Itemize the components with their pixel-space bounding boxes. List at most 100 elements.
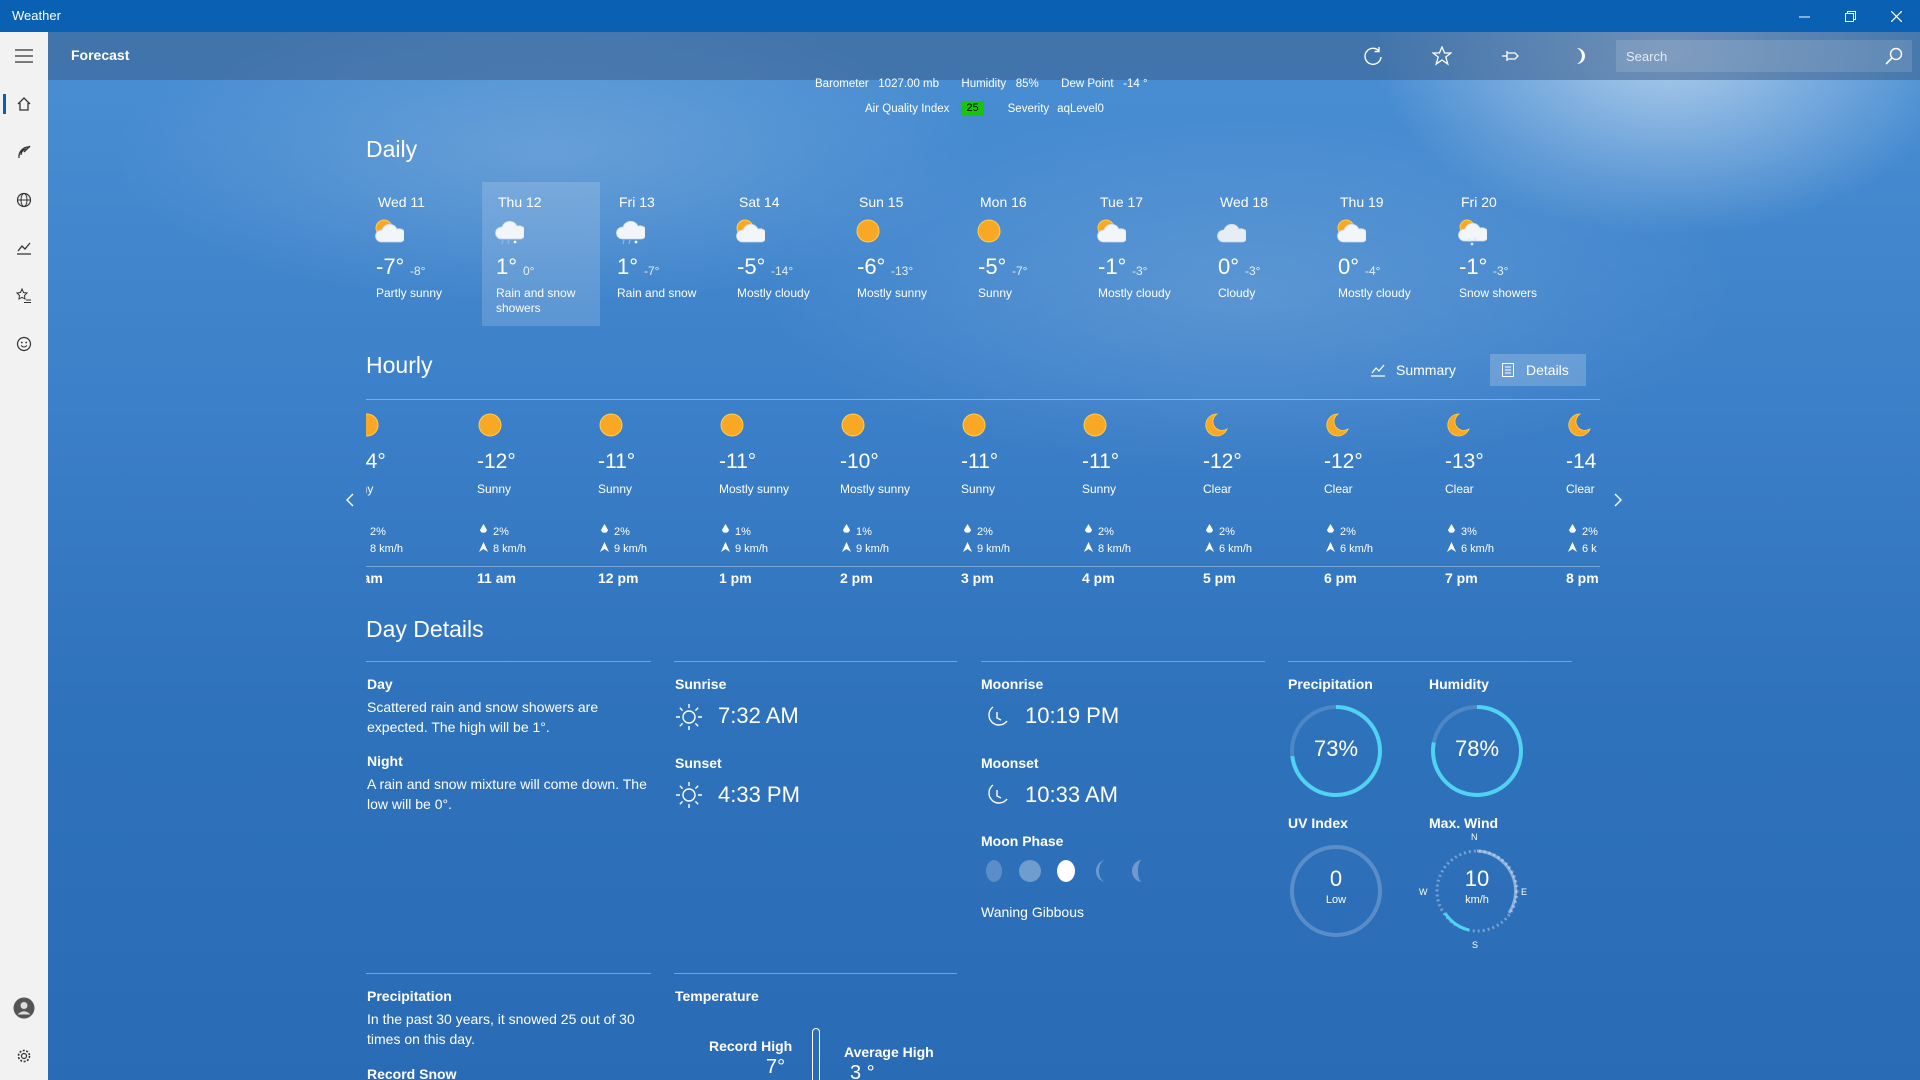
raindrop-icon: [1206, 524, 1213, 533]
hour-wind-value: 6 km/h: [1340, 543, 1374, 555]
close-button[interactable]: [1873, 0, 1919, 32]
sidebar-item-forecast[interactable]: [0, 84, 48, 124]
current-details-row: Barometer 1027.00 mb Humidity 85% Dew Po…: [815, 78, 1148, 90]
hourly-next-button[interactable]: [1608, 488, 1628, 512]
hour-condition: Mostly sunny: [719, 482, 790, 496]
day-high: 0°: [1218, 254, 1240, 279]
hour-precip-value: 2%: [1219, 526, 1235, 538]
day-card[interactable]: Thu 19 0° -4° Mostly cloudy: [1324, 182, 1442, 326]
search-input[interactable]: [1616, 40, 1876, 72]
raindrop-icon: [601, 524, 608, 533]
hour-temp: -11°: [961, 450, 999, 473]
precip-value: 73%: [1313, 736, 1359, 761]
restore-icon: [1844, 10, 1856, 22]
wind-direction-icon: [1568, 542, 1577, 552]
hourly-item: -10° Mostly sunny 1% 9 km/h 2 pm: [840, 412, 960, 592]
record-high-label: Record High: [709, 1038, 793, 1054]
wind-direction-icon: [479, 542, 488, 552]
day-card[interactable]: Wed 18 0° -3° Cloudy: [1204, 182, 1322, 326]
hour-precip: 2%: [1205, 524, 1235, 538]
day-high: 0°: [1338, 254, 1360, 279]
day-condition: Mostly cloudy: [737, 286, 810, 300]
refresh-button[interactable]: [1350, 32, 1396, 80]
sidebar-item-maps[interactable]: [0, 132, 48, 172]
raindrop-icon: [480, 524, 487, 533]
pin-button[interactable]: [1488, 32, 1534, 80]
temperature-bar: [812, 1028, 820, 1080]
hourly-prev-button[interactable]: [340, 488, 360, 512]
day-condition: Mostly cloudy: [1098, 286, 1171, 300]
wind-value: 10: [1464, 866, 1490, 891]
day-high: -5°: [737, 254, 766, 279]
summary-button[interactable]: Summary: [1360, 354, 1466, 386]
gear-icon: [17, 1049, 31, 1063]
favorite-button[interactable]: [1419, 32, 1465, 80]
hour-wind: 9 km/h: [842, 542, 889, 555]
day-card[interactable]: Mon 16 -5° -7° Sunny: [964, 182, 1082, 326]
minimize-button[interactable]: [1781, 0, 1827, 32]
hamburger-icon: [15, 49, 33, 63]
settings-button[interactable]: [0, 1036, 48, 1076]
day-card[interactable]: Tue 17 -1° -3° Mostly cloudy: [1084, 182, 1202, 326]
day-name: Sat 14: [739, 194, 780, 210]
hour-wind: 6 km/h: [1326, 542, 1373, 555]
hour-precip-value: 2%: [493, 526, 509, 538]
moon-phase-current-icon: [1057, 860, 1075, 882]
day-name: Tue 17: [1100, 194, 1144, 210]
day-card[interactable]: Fri 20 -1° -3° Snow showers: [1445, 182, 1563, 326]
sidebar-item-favorites[interactable]: [0, 276, 48, 316]
day-card[interactable]: Fri 13 1° -7° Rain and snow: [603, 182, 721, 326]
rain-snow-icon: [615, 218, 648, 246]
hour-condition: Sunny: [477, 482, 512, 496]
close-icon: [1890, 10, 1902, 22]
uv-desc: Low: [1325, 894, 1347, 906]
hour-temp: -13°: [1445, 450, 1484, 473]
day-name: Wed 18: [1220, 194, 1268, 210]
barometer-value: 1027.00 mb: [878, 78, 940, 90]
hour-precip: 2%: [963, 524, 993, 538]
hourly-forecast: 14° nny 2% 8 km/h ) am -12° Sunny 2% 8 k…: [366, 400, 1600, 600]
sidebar-item-world[interactable]: [0, 180, 48, 220]
restore-button[interactable]: [1827, 0, 1873, 32]
hourly-item: -12° Sunny 2% 8 km/h 11 am: [477, 412, 597, 592]
temperature-label: Temperature: [675, 988, 759, 1004]
hour-condition: Clear: [1445, 482, 1474, 496]
hour-wind-value: 8 km/h: [370, 543, 404, 555]
dew-point-label: Dew Point: [1061, 78, 1114, 90]
chevron-left-icon: [346, 493, 354, 507]
account-button[interactable]: [0, 988, 48, 1028]
sidebar-item-feedback[interactable]: [0, 324, 48, 364]
rule-stats: [1288, 661, 1572, 662]
moon-icon: [1577, 48, 1585, 64]
sidebar-item-historical[interactable]: [0, 228, 48, 268]
day-card[interactable]: Sat 14 -5° -14° Mostly cloudy: [723, 182, 841, 326]
hamburger-button[interactable]: [0, 32, 48, 80]
day-card[interactable]: Wed 11 -7° -8° Partly sunny: [362, 182, 480, 326]
wind-direction-icon: [1205, 542, 1214, 552]
day-card[interactable]: Sun 15 -6° -13° Mostly sunny: [843, 182, 961, 326]
hourly-item: -11° Sunny 2% 9 km/h 3 pm: [961, 412, 1081, 592]
sun-icon: [366, 412, 380, 438]
hour-wind-value: 9 km/h: [977, 543, 1011, 555]
moonset-label: Moonset: [981, 755, 1039, 771]
wind-direction-icon: [600, 542, 609, 552]
day-low: 0°: [523, 264, 535, 278]
theme-button[interactable]: [1557, 32, 1603, 80]
hourly-item: -14 Clear 2% 6 k 8 pm: [1566, 412, 1600, 592]
rule-moon: [981, 661, 1265, 662]
day-card[interactable]: Thu 12 1° 0° Rain and snow showers: [482, 182, 600, 326]
line-chart-icon: [1371, 364, 1385, 377]
raindrop-icon: [964, 524, 971, 533]
moonrise-icon: [988, 706, 1008, 726]
hour-precip-value: 1%: [735, 526, 751, 538]
avatar-icon: [13, 997, 35, 1019]
search-icon: [1885, 47, 1903, 65]
details-button[interactable]: Details: [1490, 354, 1586, 386]
sun-icon: [719, 412, 745, 438]
search-button[interactable]: [1876, 40, 1912, 72]
hour-condition: Sunny: [598, 482, 633, 496]
hourly-item: -12° Clear 2% 6 km/h 5 pm: [1203, 412, 1323, 592]
hourly-item: -12° Clear 2% 6 km/h 6 pm: [1324, 412, 1444, 592]
day-low: -3°: [1493, 264, 1509, 278]
hourly-scroller[interactable]: 14° nny 2% 8 km/h ) am -12° Sunny 2% 8 k…: [366, 400, 1600, 600]
